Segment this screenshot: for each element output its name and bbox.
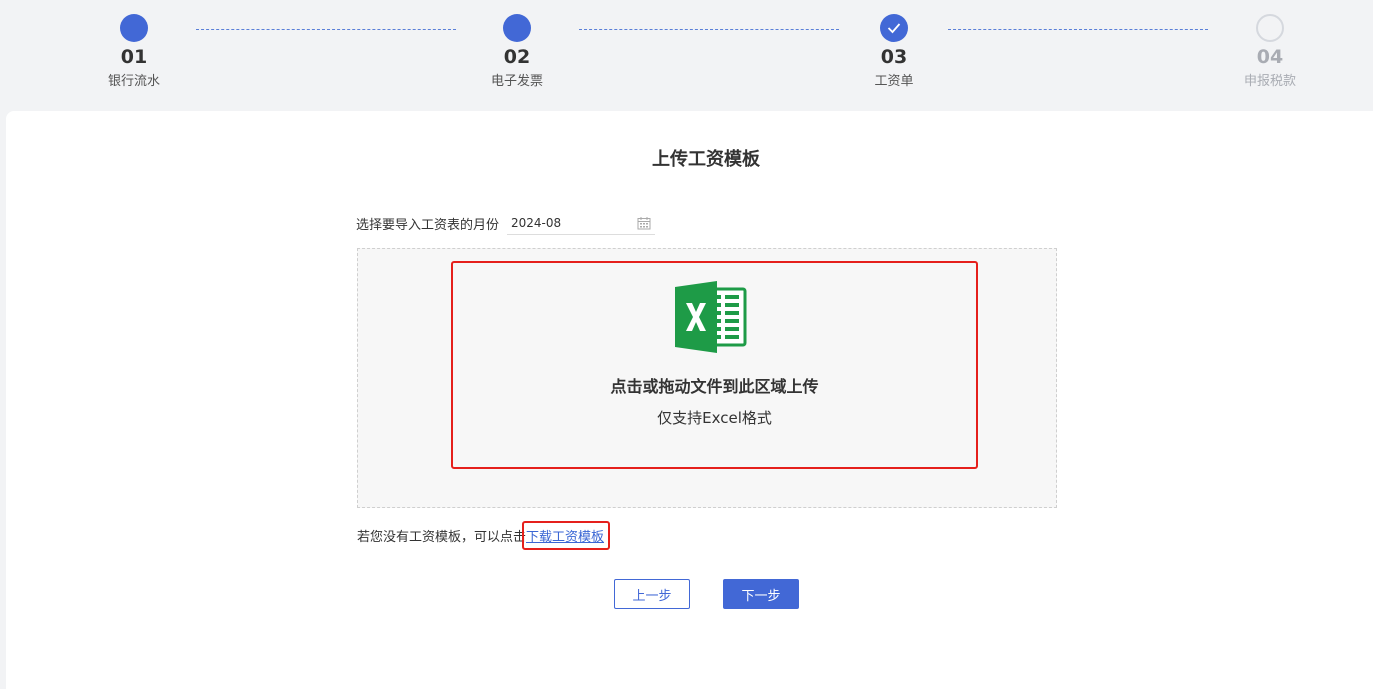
- step-2: 02 电子发票: [457, 14, 577, 89]
- prev-step-button[interactable]: 上一步: [614, 579, 690, 609]
- step-2-indicator: [503, 14, 531, 42]
- page-title: 上传工资模板: [652, 149, 760, 170]
- step-1-number: 01: [120, 46, 148, 68]
- step-3: 03 工资单: [834, 14, 954, 89]
- step-1-label: 银行流水: [107, 74, 160, 89]
- template-tip: 若您没有工资模板，可以点击下载工资模板: [357, 521, 611, 550]
- main-card: 上传工资模板 选择要导入工资表的月份 2024-08 点击或拖动文件到此区域上传…: [6, 111, 1373, 689]
- step-1-indicator: [120, 14, 148, 42]
- excel-icon: [675, 281, 747, 353]
- month-label: 选择要导入工资表的月份: [356, 217, 500, 233]
- next-step-button[interactable]: 下一步: [723, 579, 799, 609]
- steps-progress: 01 银行流水 02 电子发票 03 工资单 04 申报税款: [0, 0, 1373, 110]
- calendar-icon[interactable]: [637, 216, 651, 230]
- step-2-label: 电子发票: [490, 74, 543, 89]
- step-connector: [579, 29, 839, 30]
- step-4-number: 04: [1256, 46, 1284, 68]
- step-3-label: 工资单: [874, 74, 914, 89]
- check-icon: [887, 23, 901, 34]
- step-3-number: 03: [880, 46, 908, 68]
- step-2-number: 02: [503, 46, 531, 68]
- upload-instruction: 点击或拖动文件到此区域上传: [610, 377, 819, 396]
- download-link-highlight: 下载工资模板: [522, 521, 611, 550]
- step-1: 01 银行流水: [74, 14, 194, 89]
- upload-format-note: 仅支持Excel格式: [657, 409, 772, 427]
- step-connector: [948, 29, 1208, 30]
- month-value: 2024-08: [511, 215, 562, 230]
- step-connector: [196, 29, 456, 30]
- step-4-indicator: [1256, 14, 1284, 42]
- month-selector: 选择要导入工资表的月份 2024-08: [356, 211, 656, 235]
- upload-highlight-box: 点击或拖动文件到此区域上传 仅支持Excel格式: [451, 261, 978, 469]
- download-template-link[interactable]: 下载工资模板: [526, 530, 604, 545]
- step-3-indicator: [880, 14, 908, 42]
- tip-text: 若您没有工资模板，可以点击: [357, 530, 527, 545]
- step-4-label: 申报税款: [1243, 74, 1296, 89]
- step-4: 04 申报税款: [1210, 14, 1330, 89]
- upload-dropzone[interactable]: 点击或拖动文件到此区域上传 仅支持Excel格式: [357, 248, 1057, 508]
- month-picker[interactable]: 2024-08: [507, 211, 656, 235]
